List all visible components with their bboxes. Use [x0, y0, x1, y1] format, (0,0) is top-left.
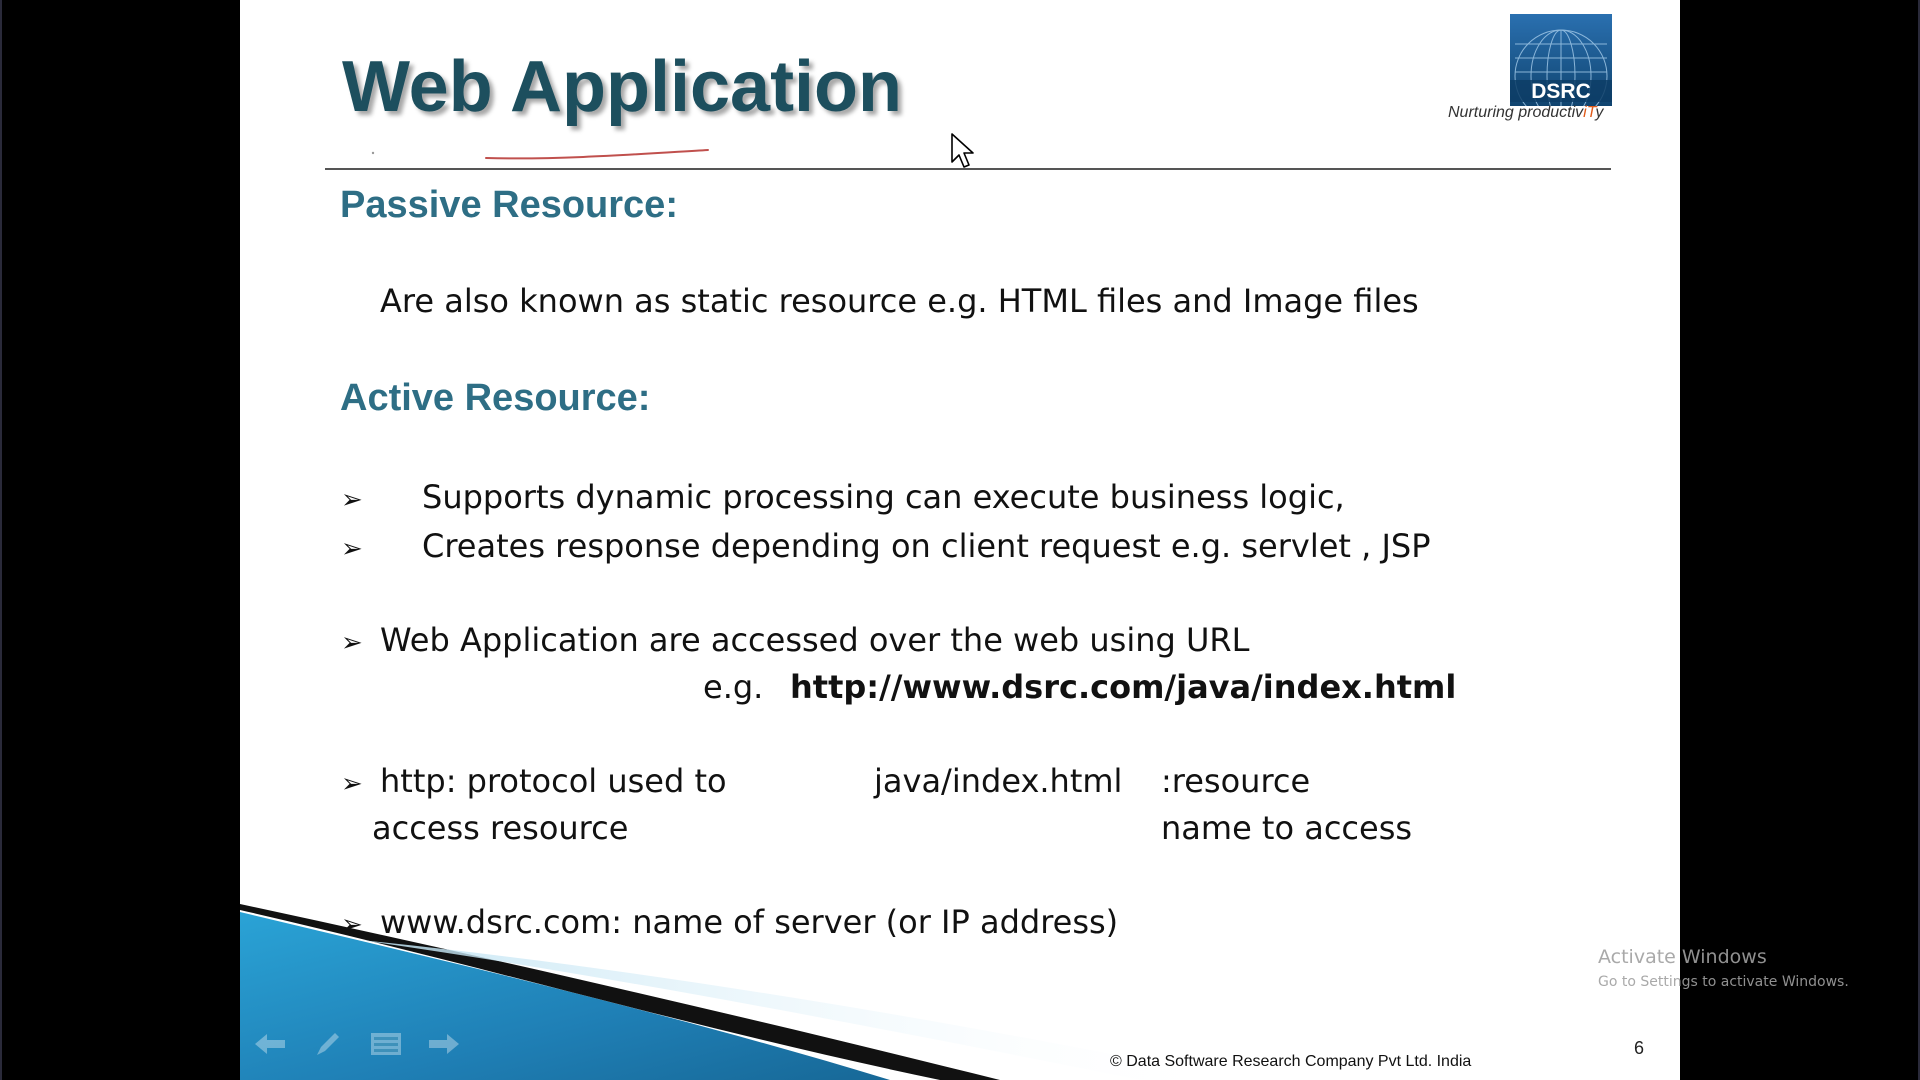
bullet-icon: ➢: [341, 769, 363, 799]
http-point-line2: access resource: [372, 809, 629, 847]
slideshow-controls: [252, 1026, 462, 1062]
http-point-line1: http: protocol used to: [380, 762, 727, 800]
logo-tagline: Nurturing productiviTy: [1448, 104, 1604, 121]
bullet-icon: ➢: [341, 485, 363, 515]
passive-resource-heading: Passive Resource:: [340, 184, 678, 226]
pen-tool-button[interactable]: [310, 1026, 346, 1062]
pen-icon: [317, 1033, 339, 1055]
slide-page-number: 6: [1634, 1038, 1645, 1058]
slide-menu-button[interactable]: [368, 1026, 404, 1062]
url-point-text: Web Application are accessed over the we…: [380, 621, 1250, 659]
bullet-icon: ➢: [341, 628, 363, 658]
dsrc-logo-icon: DSRC: [1510, 14, 1612, 106]
next-slide-button[interactable]: [426, 1026, 462, 1062]
copyright-footer: © Data Software Research Company Pvt Ltd…: [1110, 1053, 1472, 1070]
screen: Web Application DSRC Nurturing productiv…: [0, 0, 1920, 1080]
arrow-left-icon: [255, 1034, 285, 1054]
activate-windows-watermark: Activate Windows Go to Settings to activ…: [1598, 946, 1849, 990]
http-point-resource-desc: name to access: [1161, 809, 1413, 847]
activate-windows-subtitle: Go to Settings to activate Windows.: [1598, 974, 1849, 990]
http-point-resource-path: java/index.html: [874, 762, 1123, 800]
arrow-right-icon: [429, 1034, 459, 1054]
slide-title: Web Application: [342, 47, 903, 127]
passive-resource-text: Are also known as static resource e.g. H…: [380, 282, 1419, 320]
menu-icon: [371, 1033, 401, 1055]
previous-slide-button[interactable]: [252, 1026, 288, 1062]
logo-brand: DSRC: [1531, 80, 1591, 103]
active-resource-heading: Active Resource:: [340, 377, 651, 419]
url-example-prefix: e.g.: [703, 668, 764, 706]
left-edge-line: [0, 0, 2, 1080]
url-example: http://www.dsrc.com/java/index.html: [790, 668, 1457, 706]
activate-windows-title: Activate Windows: [1598, 946, 1767, 968]
active-bullet-1: Supports dynamic processing can execute …: [422, 478, 1345, 516]
http-point-resource-label: :resource: [1161, 762, 1311, 800]
mouse-pointer-icon: [951, 133, 974, 168]
bullet-icon: ➢: [341, 534, 363, 564]
active-bullet-2: Creates response depending on client req…: [422, 527, 1431, 565]
slide: Web Application DSRC Nurturing productiv…: [240, 0, 1680, 1080]
